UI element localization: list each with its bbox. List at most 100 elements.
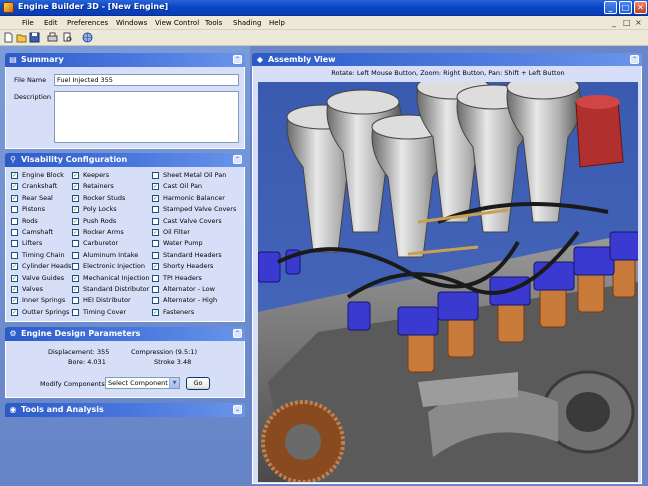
checkbox-checked[interactable]: ✓: [11, 308, 18, 316]
checkbox-checked[interactable]: ✓: [72, 194, 79, 202]
app-icon: [3, 2, 14, 13]
tools-title: Tools and Analysis: [21, 405, 104, 414]
visibility-option-label: Poly Locks: [83, 205, 117, 214]
maximize-button[interactable]: □: [619, 1, 632, 14]
menu-preferences[interactable]: Preferences: [67, 19, 108, 27]
checkbox-checked[interactable]: ✓: [152, 194, 159, 202]
menu-tools[interactable]: Tools: [205, 19, 222, 27]
checkbox-unchecked[interactable]: [152, 172, 159, 179]
displacement-value: Displacement: 355: [48, 348, 110, 356]
visibility-option-label: Rocker Studs: [83, 193, 126, 202]
engine-render[interactable]: [258, 82, 638, 482]
file-name-input[interactable]: Fuel Injected 355: [54, 74, 239, 86]
design-title: Engine Design Parameters: [21, 329, 141, 338]
go-button[interactable]: Go: [186, 377, 210, 390]
checkbox-unchecked[interactable]: [152, 240, 159, 248]
checkbox-checked[interactable]: ✓: [11, 183, 18, 191]
tools-icon: ◉: [9, 405, 17, 414]
chevron-down-icon[interactable]: ▼: [169, 378, 179, 388]
visibility-option-label: Shorty Headers: [163, 262, 214, 271]
checkbox-unchecked[interactable]: [72, 297, 79, 305]
checkbox-unchecked[interactable]: [152, 286, 159, 293]
expand-icon[interactable]: ⌄: [233, 405, 242, 414]
mdi-minimize-button[interactable]: _: [612, 18, 616, 27]
component-select[interactable]: Select Component ▼: [105, 377, 180, 389]
checkbox-unchecked[interactable]: [11, 206, 18, 214]
assembly-header: ◆ Assembly View ⌃: [252, 53, 642, 67]
menu-file[interactable]: File: [22, 19, 34, 27]
tools-header[interactable]: ◉ Tools and Analysis ⌄: [5, 403, 245, 417]
visibility-option-label: Electronic Injection: [83, 262, 145, 271]
menu-shading[interactable]: Shading: [233, 19, 261, 27]
checkbox-checked[interactable]: ✓: [11, 297, 18, 305]
menu-help[interactable]: Help: [269, 19, 285, 27]
visibility-option-label: Rocker Arms: [83, 228, 124, 236]
checkbox-unchecked[interactable]: [72, 240, 79, 248]
window-title: Engine Builder 3D - [New Engine]: [18, 2, 169, 11]
checkbox-checked[interactable]: ✓: [152, 263, 159, 271]
checkbox-checked[interactable]: ✓: [152, 308, 159, 316]
close-button[interactable]: ✕: [634, 1, 647, 14]
new-file-icon[interactable]: [3, 32, 14, 43]
collapse-icon[interactable]: ⌃: [233, 55, 242, 64]
checkbox-checked[interactable]: ✓: [72, 217, 79, 225]
checkbox-checked[interactable]: ✓: [72, 206, 79, 214]
checkbox-checked[interactable]: ✓: [152, 229, 159, 236]
visibility-option-label: Alternator - High: [163, 296, 218, 305]
checkbox-checked[interactable]: ✓: [11, 194, 18, 202]
mdi-restore-button[interactable]: □: [623, 18, 631, 27]
checkbox-checked[interactable]: ✓: [72, 229, 79, 236]
checkbox-unchecked[interactable]: [11, 251, 18, 259]
checkbox-unchecked[interactable]: [152, 251, 159, 259]
checkbox-unchecked[interactable]: [11, 217, 18, 225]
checkbox-unchecked[interactable]: [72, 263, 79, 271]
web-icon[interactable]: [82, 32, 93, 43]
checkbox-checked[interactable]: ✓: [152, 183, 159, 191]
checkbox-unchecked[interactable]: [11, 229, 18, 236]
menu-windows[interactable]: Windows: [116, 19, 147, 27]
collapse-icon[interactable]: ⌃: [233, 155, 242, 164]
print-icon[interactable]: [47, 32, 58, 43]
summary-header[interactable]: ▤ Summary ⌃: [5, 53, 245, 67]
checkbox-checked[interactable]: ✓: [11, 274, 18, 282]
checkbox-unchecked[interactable]: [11, 240, 18, 248]
checkbox-checked[interactable]: ✓: [11, 172, 18, 179]
open-folder-icon[interactable]: [16, 32, 27, 43]
mdi-close-button[interactable]: ×: [635, 18, 642, 27]
visibility-option-label: Harmonic Balancer: [163, 193, 225, 202]
collapse-icon[interactable]: ⌃: [233, 329, 242, 338]
gear-icon: ⚙: [9, 329, 17, 338]
summary-body: File Name Fuel Injected 355 Description: [5, 67, 245, 149]
checkbox-checked[interactable]: ✓: [72, 183, 79, 191]
magnifier-icon: ⚲: [10, 155, 16, 164]
checkbox-checked[interactable]: ✓: [72, 172, 79, 179]
checkbox-unchecked[interactable]: [152, 206, 159, 214]
menu-view-control[interactable]: View Control: [155, 19, 199, 27]
visibility-option-label: Fasteners: [163, 307, 195, 316]
minimize-button[interactable]: _: [604, 1, 617, 14]
checkbox-checked[interactable]: ✓: [72, 274, 79, 282]
visibility-option-label: Pistons: [22, 205, 46, 214]
checkbox-unchecked[interactable]: [72, 251, 79, 259]
print-preview-icon[interactable]: [62, 32, 73, 43]
description-textarea[interactable]: [54, 91, 239, 143]
assembly-icon: ◆: [256, 55, 264, 64]
visibility-option-label: Standard Headers: [163, 250, 222, 259]
visibility-header[interactable]: ⚲ Visability Configuration ⌃: [5, 153, 245, 167]
assembly-title: Assembly View: [268, 55, 336, 64]
checkbox-checked[interactable]: ✓: [72, 286, 79, 293]
checkbox-unchecked[interactable]: [152, 297, 159, 305]
visibility-option-label: Inner Springs: [22, 296, 66, 305]
checkbox-unchecked[interactable]: [152, 217, 159, 225]
collapse-icon[interactable]: ⌃: [630, 55, 639, 64]
design-header[interactable]: ⚙ Engine Design Parameters ⌃: [5, 327, 245, 341]
save-icon[interactable]: [29, 32, 40, 43]
checkbox-checked[interactable]: ✓: [11, 286, 18, 293]
checkbox-unchecked[interactable]: [72, 308, 79, 316]
menu-edit[interactable]: Edit: [44, 19, 58, 27]
toolbar: [0, 30, 648, 46]
visibility-option-label: Timing Chain: [22, 250, 65, 259]
checkbox-unchecked[interactable]: [152, 274, 159, 282]
3d-viewport[interactable]: [258, 82, 638, 482]
checkbox-checked[interactable]: ✓: [11, 263, 18, 271]
